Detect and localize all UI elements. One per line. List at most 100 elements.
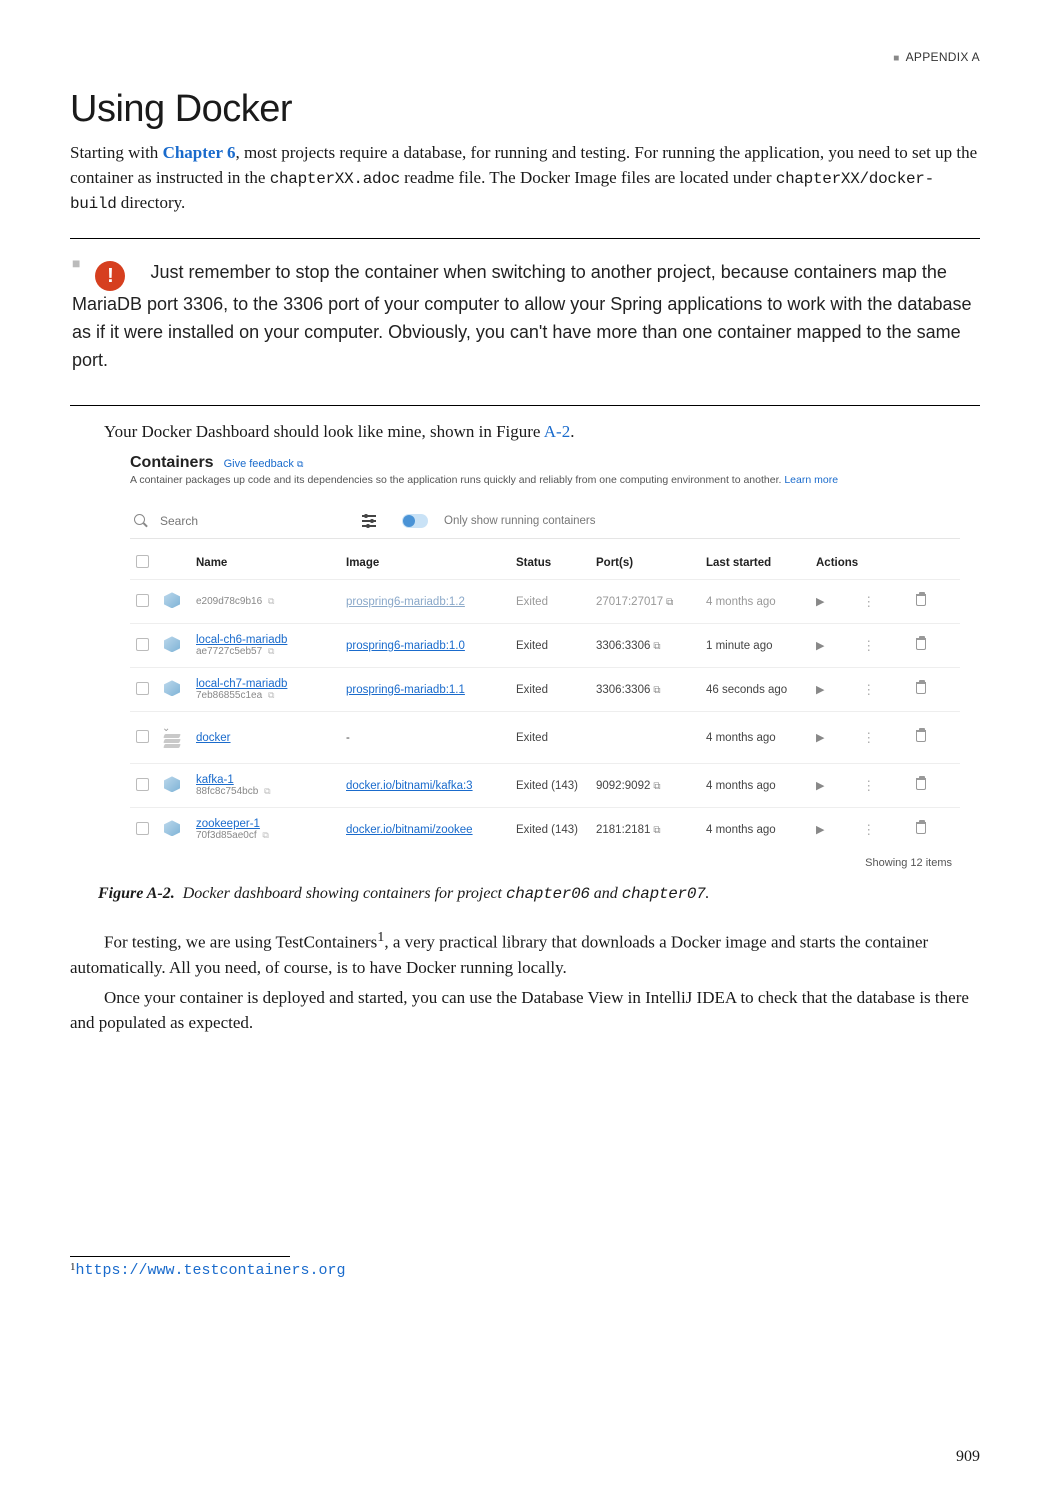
- containers-table: Name Image Status Port(s) Last started A…: [130, 547, 960, 851]
- after-paragraph-2: Once your container is deployed and star…: [70, 986, 980, 1035]
- open-port-icon[interactable]: ⧉: [653, 641, 660, 652]
- delete-button[interactable]: [916, 822, 926, 834]
- showing-count: Showing 12 items: [130, 851, 960, 869]
- container-name-link[interactable]: kafka-1: [196, 774, 234, 786]
- select-all-checkbox[interactable]: [136, 555, 149, 568]
- chapter-link[interactable]: Chapter 6: [163, 143, 236, 162]
- copy-icon[interactable]: ⧉: [268, 646, 274, 656]
- more-actions-button[interactable]: ⋮: [862, 730, 874, 745]
- more-actions-button[interactable]: ⋮: [862, 822, 874, 837]
- container-id: ae7727c5eb57 ⧉: [196, 646, 334, 657]
- copy-icon[interactable]: ⧉: [268, 596, 274, 606]
- open-port-icon[interactable]: ⧉: [653, 685, 660, 696]
- row-checkbox[interactable]: [136, 638, 149, 651]
- copy-icon[interactable]: ⧉: [262, 830, 268, 840]
- toggle-label: Only show running containers: [444, 515, 596, 527]
- figure-caption: Figure A-2. Docker dashboard showing con…: [98, 885, 980, 903]
- search-icon: [134, 514, 148, 528]
- container-name-link[interactable]: zookeeper-1: [196, 818, 260, 830]
- section-title: Using Docker: [70, 88, 980, 131]
- last-started: 4 months ago: [700, 808, 810, 852]
- col-ports: Port(s): [590, 547, 700, 580]
- ports: 3306:3306: [596, 684, 650, 696]
- table-row: e209d78c9b16 ⧉ prospring6-mariadb:1.2 Exit…: [130, 580, 960, 624]
- container-cube-icon: [162, 774, 182, 794]
- table-row: local-ch7-mariadb7eb86855c1ea ⧉prospring…: [130, 668, 960, 712]
- ports: 3306:3306: [596, 640, 650, 652]
- delete-button[interactable]: [916, 730, 926, 742]
- start-button[interactable]: ▶: [816, 684, 824, 696]
- dashboard-subtitle: A container packages up code and its dep…: [130, 474, 960, 486]
- row-checkbox[interactable]: [136, 730, 149, 743]
- after-paragraph-1: For testing, we are using TestContainers…: [70, 927, 980, 980]
- chevron-down-icon[interactable]: ⌄: [162, 723, 170, 734]
- start-button[interactable]: ▶: [816, 596, 824, 608]
- row-checkbox[interactable]: [136, 822, 149, 835]
- start-button[interactable]: ▶: [816, 824, 824, 836]
- col-status: Status: [510, 547, 590, 580]
- image-link[interactable]: docker.io/bitnami/zookee: [346, 824, 473, 836]
- container-name-link[interactable]: docker: [196, 732, 231, 744]
- status: Exited (143): [510, 808, 590, 852]
- more-actions-button[interactable]: ⋮: [862, 594, 874, 609]
- figure-ref-link[interactable]: A-2: [544, 422, 570, 441]
- container-cube-icon: [162, 678, 182, 698]
- start-button[interactable]: ▶: [816, 640, 824, 652]
- status: Exited: [510, 580, 590, 624]
- search-filter-row: Only show running containers: [130, 508, 960, 539]
- delete-button[interactable]: [916, 778, 926, 790]
- footnote: 1https://www.testcontainers.org: [70, 1261, 980, 1279]
- container-cube-icon: [162, 634, 182, 654]
- col-last: Last started: [700, 547, 810, 580]
- container-name-link[interactable]: local-ch6-mariadb: [196, 634, 287, 646]
- copy-icon[interactable]: ⧉: [264, 786, 270, 796]
- start-button[interactable]: ▶: [816, 780, 824, 792]
- table-row: kafka-188fc8c754bcb ⧉docker.io/bitnami/k…: [130, 764, 960, 808]
- image-text: -: [346, 732, 350, 744]
- last-started: 4 months ago: [700, 712, 810, 764]
- image-link[interactable]: prospring6-mariadb:1.1: [346, 684, 465, 696]
- footnote-link[interactable]: https://www.testcontainers.org: [76, 1262, 346, 1279]
- copy-icon[interactable]: ⧉: [268, 690, 274, 700]
- callout-bullet: ■: [72, 255, 80, 271]
- table-header-row: Name Image Status Port(s) Last started A…: [130, 547, 960, 580]
- page-number: 909: [956, 1448, 980, 1466]
- filter-icon[interactable]: [362, 514, 376, 528]
- container-cube-icon: [162, 590, 182, 610]
- more-actions-button[interactable]: ⋮: [862, 682, 874, 697]
- delete-button[interactable]: [916, 682, 926, 694]
- footnote-separator: [70, 1256, 290, 1257]
- image-link[interactable]: prospring6-mariadb:1.2: [346, 596, 465, 608]
- row-checkbox[interactable]: [136, 682, 149, 695]
- delete-button[interactable]: [916, 594, 926, 606]
- image-link[interactable]: docker.io/bitnami/kafka:3: [346, 780, 473, 792]
- give-feedback-link[interactable]: Give feedback ⧉: [224, 458, 304, 470]
- callout-text: Just remember to stop the container when…: [72, 262, 972, 370]
- container-id: e209d78c9b16 ⧉: [196, 596, 334, 607]
- delete-button[interactable]: [916, 638, 926, 650]
- running-only-toggle[interactable]: [402, 514, 428, 528]
- table-row: zookeeper-170f3d85ae0cf ⧉docker.io/bitna…: [130, 808, 960, 852]
- ports: 9092:9092: [596, 780, 650, 792]
- open-port-icon[interactable]: ⧉: [653, 825, 660, 836]
- more-actions-button[interactable]: ⋮: [862, 778, 874, 793]
- external-link-icon: ⧉: [297, 459, 303, 469]
- status: Exited: [510, 624, 590, 668]
- col-name: Name: [190, 547, 340, 580]
- open-port-icon[interactable]: ⧉: [653, 781, 660, 792]
- start-button[interactable]: ▶: [816, 732, 824, 744]
- search-input[interactable]: [160, 514, 310, 528]
- status: Exited (143): [510, 764, 590, 808]
- row-checkbox[interactable]: [136, 594, 149, 607]
- more-actions-button[interactable]: ⋮: [862, 638, 874, 653]
- row-checkbox[interactable]: [136, 778, 149, 791]
- pre-figure-text: Your Docker Dashboard should look like m…: [70, 420, 980, 445]
- open-port-icon[interactable]: ⧉: [666, 597, 673, 608]
- container-cube-icon: [162, 818, 182, 838]
- col-actions: Actions: [810, 547, 960, 580]
- table-row: ⌄docker-Exited4 months ago▶⋮: [130, 712, 960, 764]
- image-link[interactable]: prospring6-mariadb:1.0: [346, 640, 465, 652]
- learn-more-link[interactable]: Learn more: [784, 474, 838, 486]
- container-name-link[interactable]: local-ch7-mariadb: [196, 678, 287, 690]
- warning-callout: ■ ! Just remember to stop the container …: [70, 253, 980, 383]
